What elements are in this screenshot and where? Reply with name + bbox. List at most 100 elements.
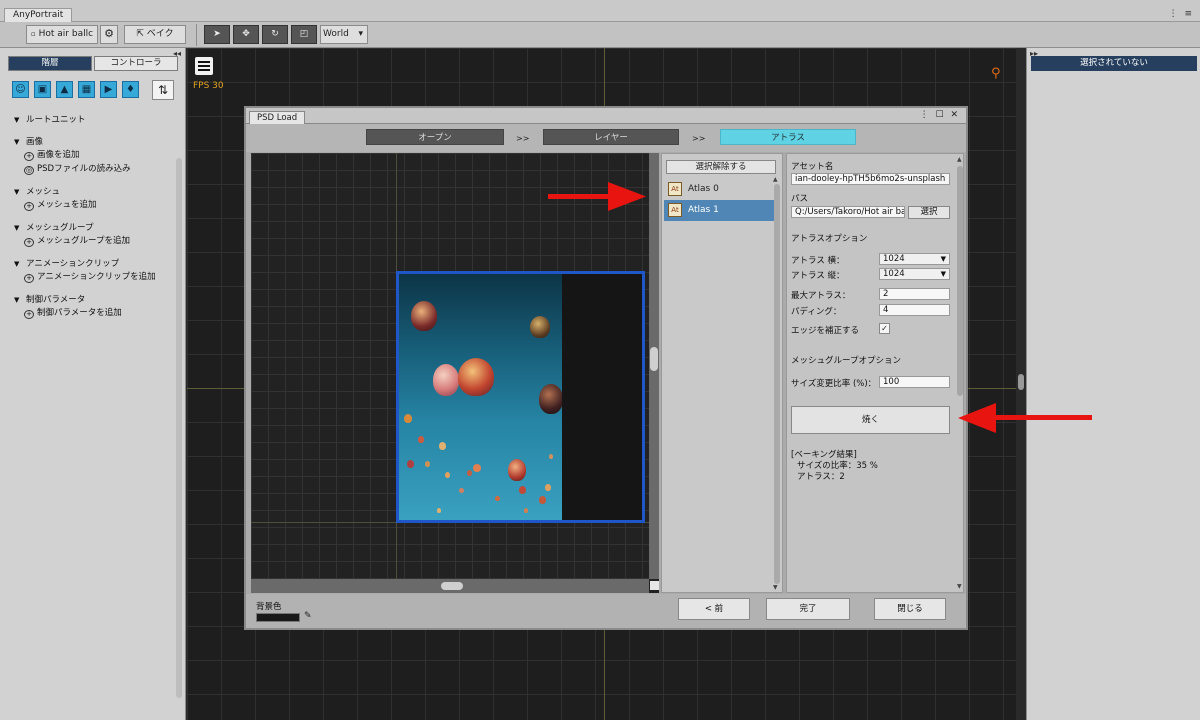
resize-ratio-field[interactable]: 100 (879, 376, 950, 388)
tab-controller[interactable]: コントローラ (94, 56, 178, 71)
canvas-scrollbar[interactable] (1018, 374, 1024, 390)
sort-icon[interactable]: ⇅ (152, 80, 174, 100)
path-select-button[interactable]: 選択 (908, 206, 950, 219)
rotate-icon[interactable]: ↻ (262, 25, 288, 44)
atlas-height-value: 1024 (883, 269, 905, 279)
caret-down-icon: ▼ (14, 224, 20, 232)
select-arrow-icon[interactable]: ➤ (204, 25, 230, 44)
image-filter-icon[interactable]: ▣ (34, 81, 51, 98)
deselect-button[interactable]: 選択解除する (666, 160, 776, 174)
move-icon[interactable]: ✥ (233, 25, 259, 44)
atlas-width-dropdown[interactable]: 1024 ▼ (879, 253, 950, 265)
dialog-title-tab[interactable]: PSD Load (249, 111, 306, 124)
dialog-titlebar: PSD Load ⋮ ☐ ✕ (246, 108, 966, 124)
space-dropdown[interactable]: World ▾ (320, 25, 368, 44)
main-toolbar: ▫ Hot air ballc ⊙ ⚙ ⇱ ベイク ➤ ✥ ↻ ◰ World … (0, 22, 1200, 56)
finish-button[interactable]: 完了 (766, 598, 850, 620)
path-field[interactable]: Q:/Users/Takoro/Hot air bal (791, 206, 905, 218)
padding-field[interactable]: 4 (879, 304, 950, 316)
tree-item-label: メッシュグループ (26, 223, 94, 233)
gear-icon[interactable]: ⚙ (100, 25, 118, 44)
dialog-window-controls-icon[interactable]: ⋮ ☐ ✕ (920, 110, 960, 120)
max-atlas-field[interactable]: 2 (879, 288, 950, 300)
left-panel-tabs: 階層 コントローラ (8, 56, 180, 72)
preview-vertical-scrollbar[interactable] (649, 153, 659, 579)
plus-icon: + (24, 274, 34, 283)
red-arrow-right-icon (548, 182, 646, 211)
background-color-label: 背景色 (256, 602, 282, 612)
eyedropper-icon[interactable]: ✎ (304, 611, 312, 621)
import-psd-button[interactable]: ◎ PSDファイルの読み込み (14, 162, 174, 176)
inspector-panel: ▸▸ 選択されていない (1026, 48, 1200, 720)
edge-fix-label: エッジを補正する (791, 326, 860, 336)
animation-filter-icon[interactable]: ▶ (100, 81, 117, 98)
properties-scrollbar[interactable] (957, 166, 963, 396)
hamburger-menu-icon[interactable] (195, 57, 213, 75)
parameter-filter-icon[interactable]: ♦ (122, 81, 139, 98)
tree-item-animation-clip[interactable]: ▼ アニメーションクリップ (14, 258, 174, 270)
step-atlas[interactable]: アトラス (720, 129, 856, 145)
close-button[interactable]: 閉じる (874, 598, 946, 620)
step-layer[interactable]: レイヤー (543, 129, 679, 145)
atlas-preview-canvas[interactable] (251, 153, 659, 593)
export-icon: ⇱ (136, 29, 144, 39)
tab-hierarchy[interactable]: 階層 (8, 56, 92, 71)
scroll-up-icon[interactable]: ▲ (773, 176, 778, 183)
app-title-tab[interactable]: AnyPortrait (4, 8, 73, 22)
hierarchy-tree: ▼ ルートユニット ▼ 画像 + 画像を追加 ◎ PSDファイルの読み込み ▼ メッシュ … (14, 114, 174, 320)
image-selector[interactable]: ▫ Hot air ballc ⊙ (26, 25, 98, 56)
asset-name-field[interactable]: ian-dooley-hpTH5b6mo2s-unsplash (791, 173, 950, 185)
atlas-list: 選択解除する At Atlas 0 At Atlas 1 ▲ ▼ (661, 153, 783, 593)
scroll-down-icon[interactable]: ▼ (773, 584, 778, 591)
bake-toolbar-label: ベイク (146, 29, 174, 39)
resize-corner-icon[interactable] (650, 581, 659, 590)
tree-action-label: アニメーションクリップを追加 (37, 272, 156, 282)
preview-vertical-scroll-thumb[interactable] (650, 347, 658, 371)
bake-result-title: [ベーキング結果] (791, 450, 857, 460)
scale-icon[interactable]: ◰ (291, 25, 317, 44)
root-unit-filter-icon[interactable]: ☺ (12, 81, 29, 98)
tree-item-root-unit[interactable]: ▼ ルートユニット (14, 114, 174, 126)
tree-item-label: 画像 (26, 137, 44, 147)
step-open[interactable]: オープン (366, 129, 504, 145)
bake-result-size: サイズの比率：35 % (797, 461, 878, 471)
edge-fix-checkbox[interactable]: ✓ (879, 323, 890, 334)
add-image-button[interactable]: + 画像を追加 (14, 148, 174, 162)
atlas-list-item-1[interactable]: At Atlas 1 (664, 200, 774, 221)
add-control-parameter-button[interactable]: + 制御パラメータを追加 (14, 306, 174, 320)
atlas-width-label: アトラス 横： (791, 256, 845, 266)
bake-button[interactable]: 焼く (791, 406, 950, 434)
left-panel-scrollbar[interactable] (176, 158, 182, 698)
toolbar-divider (196, 24, 197, 46)
mesh-filter-icon[interactable]: ▲ (56, 81, 73, 98)
bake-toolbar-button[interactable]: ⇱ ベイク (124, 25, 186, 44)
prev-button[interactable]: < 前 (678, 598, 750, 620)
atlas-options-label: アトラスオプション (791, 234, 868, 244)
preview-horizontal-scroll-thumb[interactable] (441, 582, 463, 590)
caret-down-icon: ▼ (14, 188, 20, 196)
tree-item-mesh[interactable]: ▼ メッシュ (14, 186, 174, 198)
add-animation-clip-button[interactable]: + アニメーションクリップを追加 (14, 270, 174, 284)
chevron-down-icon: ▼ (940, 255, 946, 263)
step-arrow: >> (516, 134, 530, 143)
mesh-group-filter-icon[interactable]: ▦ (78, 81, 95, 98)
add-mesh-button[interactable]: + メッシュを追加 (14, 198, 174, 212)
tree-item-control-parameter[interactable]: ▼ 制御パラメータ (14, 294, 174, 306)
add-mesh-group-button[interactable]: + メッシュグループを追加 (14, 234, 174, 248)
tree-action-label: 画像を追加 (37, 150, 80, 160)
scroll-up-icon[interactable]: ▲ (957, 156, 962, 163)
background-color-swatch[interactable] (256, 613, 300, 622)
tree-item-image[interactable]: ▼ 画像 (14, 136, 174, 148)
atlas-height-dropdown[interactable]: 1024 ▼ (879, 268, 950, 280)
atlas-list-item-0[interactable]: At Atlas 0 (664, 179, 774, 200)
dialog-footer: 背景色 ✎ < 前 完了 閉じる (246, 594, 966, 628)
wizard-steps: オープン >> レイヤー >> アトラス (246, 124, 966, 152)
preview-horizontal-scrollbar[interactable] (251, 579, 649, 593)
tree-item-mesh-group[interactable]: ▼ メッシュグループ (14, 222, 174, 234)
atlas-list-scrollbar[interactable] (774, 184, 780, 584)
padding-label: パディング： (791, 307, 842, 317)
window-menu-icon[interactable]: ⋮ ≡ (1169, 9, 1194, 19)
scroll-down-icon[interactable]: ▼ (957, 583, 962, 590)
tree-item-label: ルートユニット (26, 115, 86, 125)
bone-pin-icon[interactable]: ⚲ (991, 66, 1001, 81)
